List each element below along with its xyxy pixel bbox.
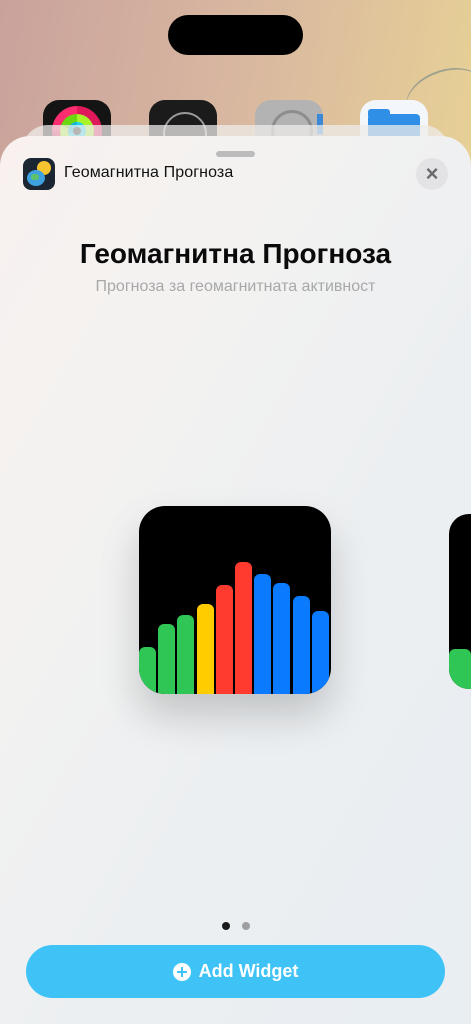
add-widget-label: Add Widget	[198, 961, 299, 981]
forecast-bar	[292, 596, 310, 694]
forecast-bars	[139, 506, 331, 694]
plus-circle-icon	[172, 962, 191, 981]
widget-title: Геомагнитна Прогноза	[79, 238, 392, 269]
widget-description: Прогноза за геомагнитната активност	[95, 278, 376, 295]
widget-gallery-sheet: Геомагнитна Прогноза × Геомагнитна Прогн…	[0, 136, 471, 1024]
forecast-bar	[273, 583, 291, 694]
sheet-grabber[interactable]	[216, 151, 255, 157]
page-dot-1[interactable]	[221, 922, 230, 930]
widget-preview[interactable]	[139, 506, 331, 694]
forecast-bar	[139, 647, 156, 694]
app-name-header: Геомагнитна Прогноза	[64, 164, 234, 181]
close-icon: ×	[425, 161, 439, 186]
dynamic-island	[168, 15, 303, 55]
forecast-bar	[196, 604, 214, 694]
forecast-bar	[311, 611, 329, 694]
forecast-bar	[254, 574, 272, 694]
close-button[interactable]: ×	[416, 158, 448, 190]
forecast-bar	[235, 562, 252, 694]
app-logo-icon	[23, 158, 55, 190]
forecast-bar	[177, 615, 195, 694]
forecast-bar	[158, 624, 176, 694]
next-widget-preview[interactable]	[449, 514, 471, 689]
forecast-bar	[215, 585, 233, 694]
page-dot-2[interactable]	[241, 922, 250, 930]
page-indicator[interactable]	[0, 922, 471, 930]
add-widget-button[interactable]: Add Widget	[26, 945, 445, 998]
